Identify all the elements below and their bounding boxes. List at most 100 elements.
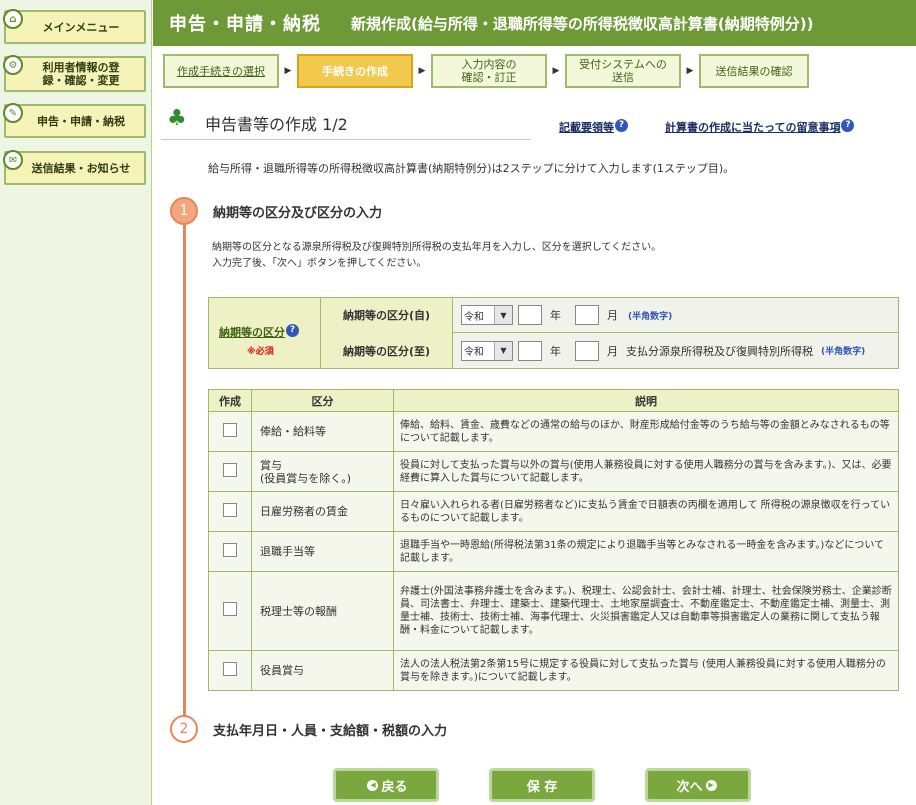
sidebar-item-label: 利用者情報の登録・確認・変更 bbox=[42, 61, 120, 87]
mail-icon: ✉ bbox=[3, 150, 23, 170]
page-heading: ♣ 申告書等の作成 1/2 記載要領等? 計算書の作成に当たっての留意事項? bbox=[153, 97, 916, 147]
half-width-note: (半角数字) bbox=[628, 311, 673, 322]
category-name: 日雇労務者の賃金 bbox=[251, 491, 394, 532]
category-checkbox[interactable] bbox=[223, 462, 237, 477]
sidebar-item-label: 申告・申請・納税 bbox=[37, 114, 125, 128]
year-unit: 年 bbox=[550, 344, 561, 358]
help-icon[interactable]: ? bbox=[841, 119, 855, 132]
step-create-procedure: 手続きの作成 bbox=[297, 54, 413, 88]
era-value: 令和 bbox=[464, 311, 484, 323]
guide-link[interactable]: 記載要領等? bbox=[559, 119, 628, 135]
intro-text: 給与所得・退職所得等の所得税徴収高計算書(納期特例分)は2ステップに分けて入力し… bbox=[208, 162, 735, 175]
table-header-row: 作成 区分 説明 bbox=[208, 389, 899, 412]
clover-icon: ♣ bbox=[167, 106, 187, 131]
category-name: 俸給・給料等 bbox=[251, 411, 394, 452]
divider bbox=[161, 139, 531, 140]
month-input-to[interactable] bbox=[575, 340, 599, 361]
category-checkbox[interactable] bbox=[223, 602, 237, 616]
era-select-to[interactable]: 令和 ▼ bbox=[461, 340, 513, 361]
sidebar-item-user-info[interactable]: ⚙ 利用者情報の登録・確認・変更 bbox=[3, 55, 146, 92]
sidebar-item-filing[interactable]: ✎ 申告・申請・納税 bbox=[3, 103, 146, 138]
sidebar: ⌂ メインメニュー ⚙ 利用者情報の登録・確認・変更 ✎ 申告・申請・納税 ✉ … bbox=[0, 0, 152, 805]
step-number-1: 1 bbox=[170, 197, 198, 225]
category-name: 役員賞与 bbox=[251, 650, 394, 691]
era-select-from[interactable]: 令和 ▼ bbox=[461, 305, 513, 325]
page-title: 申告書等の作成 1/2 bbox=[205, 115, 348, 134]
year-input-to[interactable] bbox=[518, 340, 542, 361]
table-row: 日雇労務者の賃金 日々雇い入れられる者(日雇労務者など)に支払う賃金で日額表の丙… bbox=[208, 491, 899, 532]
table-row: 俸給・給料等 俸給、給料、賃金、歳費などの通常の給与のほか、財産形成給付金等のう… bbox=[208, 411, 899, 452]
checkbox-cell bbox=[208, 650, 252, 691]
category-name: 税理士等の報酬 bbox=[251, 571, 394, 651]
checkbox-cell bbox=[208, 531, 252, 572]
notes-link[interactable]: 計算書の作成に当たっての留意事項? bbox=[665, 119, 855, 135]
table-row: 役員賞与 法人の法人税法第2条第15号に規定する役員に対して支払った賞与 (使用… bbox=[208, 650, 899, 691]
checkbox-cell bbox=[208, 571, 252, 651]
category-name: 退職手当等 bbox=[251, 531, 394, 572]
page-header: 申告・申請・納税 新規作成(給与所得・退職所得等の所得税徴収高計算書(納期特例分… bbox=[153, 0, 916, 46]
document-icon: ✎ bbox=[3, 103, 23, 123]
section2-title: 支払年月日・人員・支給額・税額の入力 bbox=[213, 724, 448, 739]
category-checkbox[interactable] bbox=[223, 661, 237, 676]
header-title: 申告・申請・納税 bbox=[169, 14, 321, 35]
sidebar-item-main-menu[interactable]: ⌂ メインメニュー bbox=[3, 9, 146, 44]
column-header: 区分 bbox=[251, 389, 394, 412]
help-icon[interactable]: ? bbox=[286, 324, 299, 337]
next-arrow-icon: ▶ bbox=[705, 779, 717, 791]
back-arrow-icon: ◀ bbox=[367, 779, 379, 791]
period-label-cell: 納期等の区分? ※必須 bbox=[209, 298, 321, 368]
period-label[interactable]: 納期等の区分? bbox=[219, 324, 299, 340]
step-label: 手続きの作成 bbox=[322, 64, 388, 78]
category-checkbox[interactable] bbox=[223, 422, 237, 437]
instruction-line: 入力完了後、「次へ」ボタンを押してください。 bbox=[212, 258, 427, 269]
app-root: ⌂ メインメニュー ⚙ 利用者情報の登録・確認・変更 ✎ 申告・申請・納税 ✉ … bbox=[0, 0, 916, 805]
next-button[interactable]: 次へ ▶ bbox=[645, 768, 751, 802]
section1-title: 納期等の区分及び区分の入力 bbox=[213, 206, 383, 221]
sidebar-item-label: 送信結果・お知らせ bbox=[31, 161, 131, 175]
guide-link-label: 記載要領等 bbox=[559, 121, 614, 134]
category-table: 作成 区分 説明 俸給・給料等 俸給、給料、賃金、歳費などの通常の給与のほか、財… bbox=[208, 389, 899, 691]
help-icon[interactable]: ? bbox=[615, 119, 628, 132]
step-arrow-icon: ▶ bbox=[418, 66, 426, 76]
step-result: 送信結果の確認 bbox=[699, 54, 809, 88]
month-input-from[interactable] bbox=[575, 305, 599, 325]
column-header: 作成 bbox=[208, 389, 252, 412]
step-arrow-icon: ▶ bbox=[686, 66, 694, 76]
step-select-procedure[interactable]: 作成手続きの選択 bbox=[163, 54, 279, 88]
period-label-text: 納期等の区分 bbox=[219, 326, 285, 339]
header-subtitle: 新規作成(給与所得・退職所得等の所得税徴収高計算書(納期特例分)) bbox=[351, 14, 814, 33]
category-description: 弁護士(外国法事務弁護士を含みます。)、税理士、公認会計士、会計士補、計理士、社… bbox=[393, 571, 899, 651]
progress-steps: 作成手続きの選択 ▶ 手続きの作成 ▶ 入力内容の 確認・訂正 ▶ 受付システム… bbox=[153, 46, 916, 96]
half-width-note: (半角数字) bbox=[821, 347, 866, 357]
next-button-label: 次へ bbox=[676, 779, 703, 795]
user-settings-icon: ⚙ bbox=[3, 55, 23, 75]
instruction-line: 納期等の区分となる源泉所得税及び復興特別所得税の支払年月を入力し、区分を選択して… bbox=[212, 242, 662, 253]
back-button[interactable]: ◀ 戻る bbox=[333, 768, 439, 802]
step-label: 受付システムへの 送信 bbox=[579, 58, 667, 84]
category-description: 退職手当や一時恩給(所得税法第31条の規定により退職手当等とみなされる一時金を含… bbox=[393, 531, 899, 572]
step-arrow-icon: ▶ bbox=[552, 66, 560, 76]
step-connector-line bbox=[183, 220, 186, 717]
section1-instructions: 納期等の区分となる源泉所得税及び復興特別所得税の支払年月を入力し、区分を選択して… bbox=[212, 240, 661, 272]
sidebar-item-results[interactable]: ✉ 送信結果・お知らせ bbox=[3, 150, 146, 185]
category-description: 役員に対して支払った賞与以外の賞与(使用人兼務役員に対する使用人職務分の賞与を含… bbox=[393, 451, 899, 492]
category-description: 俸給、給料、賃金、歳費などの通常の給与のほか、財産形成給付金等のうち給与等の金額… bbox=[393, 411, 899, 452]
step-label: 送信結果の確認 bbox=[715, 64, 793, 78]
notes-link-label: 計算書の作成に当たっての留意事項 bbox=[665, 121, 841, 134]
save-button[interactable]: 保 存 bbox=[489, 768, 595, 802]
period-to-suffix: 支払分源泉所得税及び復興特別所得税 bbox=[626, 344, 813, 358]
home-icon: ⌂ bbox=[3, 9, 23, 29]
table-row: 退職手当等 退職手当や一時恩給(所得税法第31条の規定により退職手当等とみなされ… bbox=[208, 531, 899, 572]
column-header: 説明 bbox=[393, 389, 899, 412]
year-input-from[interactable] bbox=[518, 305, 542, 325]
step-send: 受付システムへの 送信 bbox=[565, 54, 681, 88]
chevron-down-icon: ▼ bbox=[494, 306, 512, 324]
category-checkbox[interactable] bbox=[223, 502, 237, 517]
sidebar-item-label: メインメニュー bbox=[42, 20, 120, 34]
category-checkbox[interactable] bbox=[223, 542, 237, 557]
period-from-label: 納期等の区分(自) bbox=[321, 297, 453, 333]
step-label: 作成手続きの選択 bbox=[177, 64, 265, 78]
table-row: 賞与 (役員賞与を除く。) 役員に対して支払った賞与以外の賞与(使用人兼務役員に… bbox=[208, 451, 899, 492]
chevron-down-icon: ▼ bbox=[494, 341, 512, 360]
save-button-label: 保 存 bbox=[526, 779, 558, 795]
